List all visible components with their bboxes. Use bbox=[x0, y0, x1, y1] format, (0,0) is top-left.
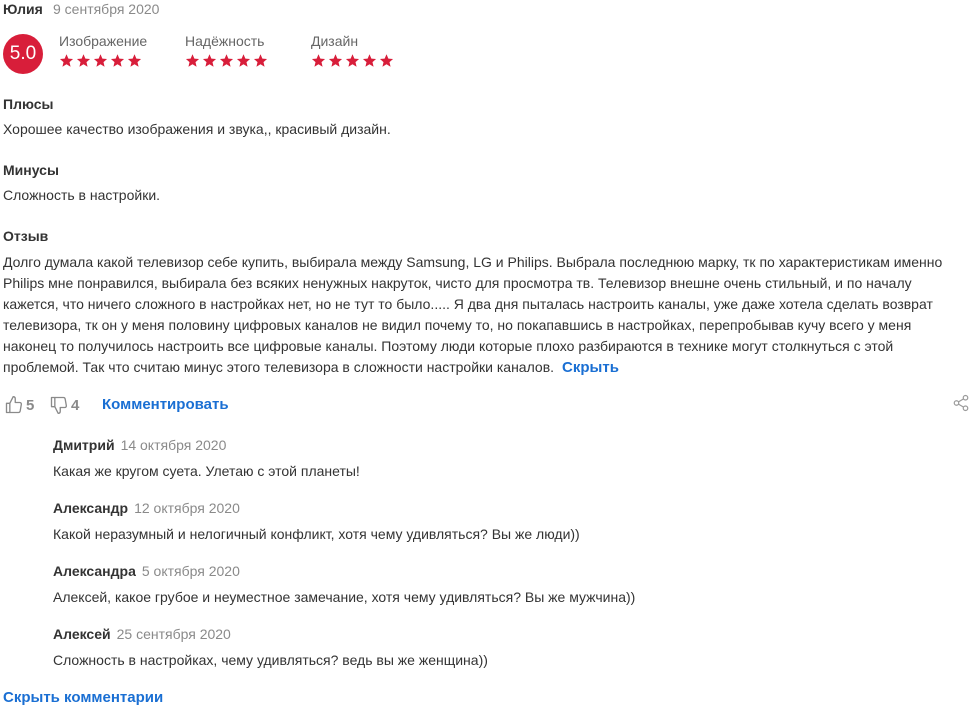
comment-author: Александра bbox=[53, 563, 136, 579]
thumbs-down-icon bbox=[49, 395, 69, 415]
comment-author: Дмитрий bbox=[53, 437, 115, 453]
review-author: Юлия bbox=[3, 1, 43, 17]
comment-item: Александра 5 октября 2020 Алексей, какое … bbox=[53, 563, 635, 605]
star-rating bbox=[59, 53, 147, 68]
criterion-label: Изображение bbox=[59, 33, 148, 49]
star-icon bbox=[76, 53, 91, 68]
criterion-image: Изображение bbox=[59, 33, 147, 68]
star-icon bbox=[185, 53, 200, 68]
dislike-count: 4 bbox=[71, 396, 80, 414]
comment-item: Александр 12 октября 2020 Какой неразумны… bbox=[53, 500, 580, 542]
star-icon bbox=[253, 53, 268, 68]
comment-text: Алексей, какое грубое и неуместное замеч… bbox=[53, 589, 636, 605]
dislike-button[interactable]: 4 bbox=[49, 395, 79, 415]
star-icon bbox=[219, 53, 234, 68]
hide-review-button[interactable]: Скрыть bbox=[562, 359, 619, 376]
criterion-label: Надёжность bbox=[185, 33, 265, 49]
thumbs-up-icon bbox=[4, 395, 24, 415]
review-body: Долго думала какой телевизор себе купить… bbox=[3, 252, 968, 378]
cons-text: Сложность в настройки. bbox=[3, 187, 161, 203]
star-icon bbox=[202, 53, 217, 68]
comment-author: Алексей bbox=[53, 626, 111, 642]
share-icon[interactable] bbox=[952, 394, 970, 417]
comment-text: Какой неразумный и нелогичный конфликт, … bbox=[53, 526, 580, 542]
rating-badge: 5.0 bbox=[3, 34, 43, 74]
comment-author: Александр bbox=[53, 500, 129, 516]
star-icon bbox=[236, 53, 251, 68]
comment-date: 12 октября 2020 bbox=[134, 500, 240, 516]
comment-text: Сложность в настройках, чему удивляться?… bbox=[53, 652, 488, 668]
star-icon bbox=[127, 53, 142, 68]
review-body-text: Долго думала какой телевизор себе купить… bbox=[3, 254, 943, 375]
criterion-design: Дизайн bbox=[311, 33, 394, 68]
comment-text: Какая же кругом суета. Улетаю с этой пла… bbox=[53, 463, 360, 479]
cons-title: Минусы bbox=[3, 162, 59, 178]
pros-text: Хорошее качество изображения и звука,, к… bbox=[3, 121, 391, 137]
comment-item: Дмитрий 14 октября 2020 Какая же кругом с… bbox=[53, 437, 360, 479]
star-icon bbox=[345, 53, 360, 68]
star-icon bbox=[93, 53, 108, 68]
comment-item: Алексей 25 сентября 2020 Сложность в наст… bbox=[53, 626, 488, 668]
comment-date: 25 сентября 2020 bbox=[116, 626, 231, 642]
pros-title: Плюсы bbox=[3, 96, 54, 112]
star-icon bbox=[311, 53, 326, 68]
comment-date: 5 октября 2020 bbox=[141, 563, 240, 579]
review-date: 9 сентября 2020 bbox=[53, 1, 160, 17]
star-icon bbox=[110, 53, 125, 68]
star-rating bbox=[311, 53, 394, 68]
star-icon bbox=[379, 53, 394, 68]
review-body-title: Отзыв bbox=[3, 228, 49, 244]
criterion-reliability: Надёжность bbox=[185, 33, 268, 68]
star-icon bbox=[328, 53, 343, 68]
star-icon bbox=[362, 53, 377, 68]
comment-button[interactable]: Комментировать bbox=[102, 396, 229, 413]
criterion-label: Дизайн bbox=[311, 33, 359, 49]
like-count: 5 bbox=[26, 396, 35, 414]
comment-date: 14 октября 2020 bbox=[120, 437, 227, 453]
star-rating bbox=[185, 53, 268, 68]
star-icon bbox=[59, 53, 74, 68]
hide-comments-button[interactable]: Скрыть комментарии bbox=[3, 689, 163, 706]
like-button[interactable]: 5 bbox=[4, 395, 34, 415]
